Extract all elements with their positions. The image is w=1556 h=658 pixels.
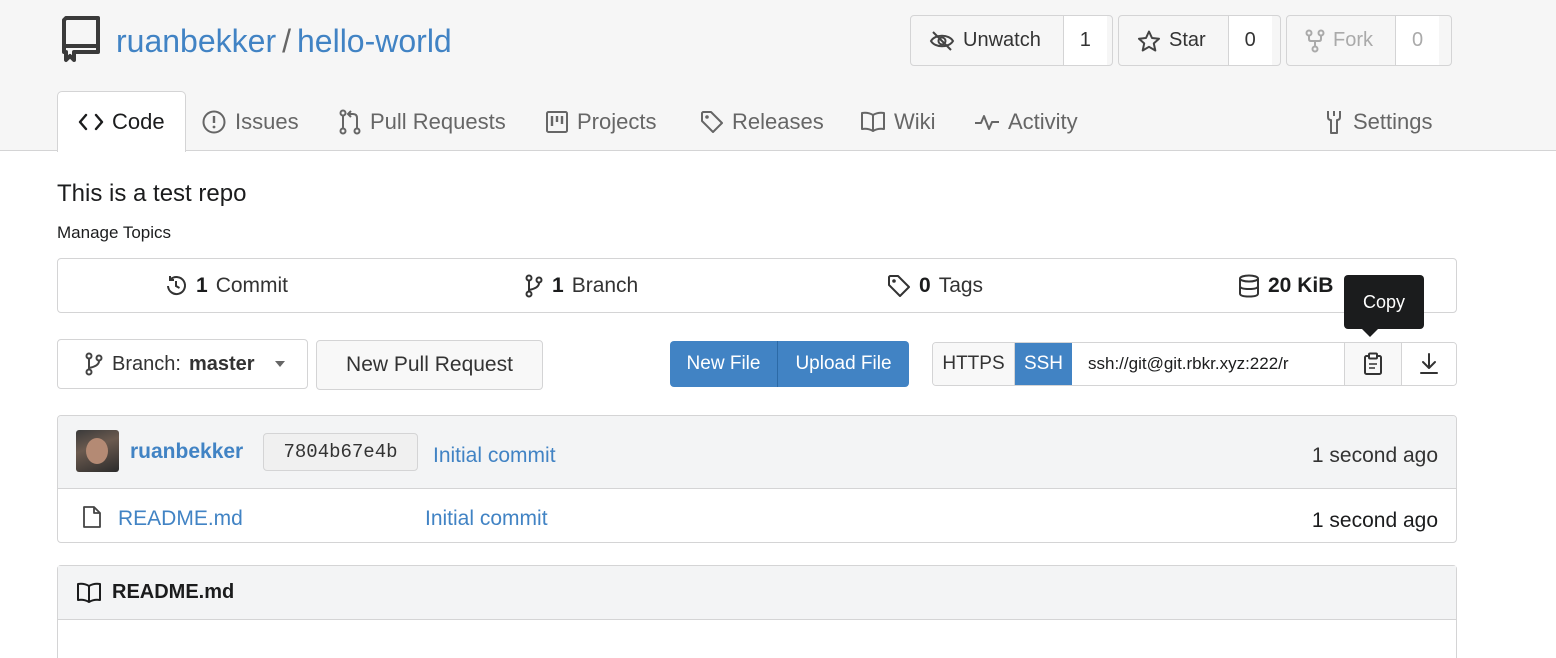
https-button[interactable]: HTTPS: [933, 343, 1015, 385]
clone-url-input[interactable]: ssh://git@git.rbkr.xyz:222/r: [1072, 343, 1344, 385]
tab-pull-requests[interactable]: Pull Requests: [338, 91, 506, 152]
branch-dropdown[interactable]: Branch: master: [57, 339, 308, 389]
repo-size: 20 KiB: [1268, 273, 1334, 297]
fork-icon: [1305, 29, 1325, 53]
branch-name: master: [188, 352, 255, 375]
project-icon: [545, 110, 569, 134]
tab-pull-requests-label: Pull Requests: [370, 108, 506, 134]
pull-request-icon: [338, 109, 362, 135]
watch-button-group: Unwatch 1: [910, 15, 1113, 66]
branches-stat[interactable]: 1 Branch: [524, 259, 638, 312]
unwatch-button[interactable]: Unwatch: [911, 16, 1063, 65]
forks-count[interactable]: 0: [1395, 16, 1439, 65]
tags-icon: [887, 274, 911, 298]
table-row: README.md Initial commit 1 second ago: [58, 490, 1456, 542]
copy-tooltip: Copy: [1344, 275, 1424, 337]
repo-stats-bar: 1 Commit 1 Branch 0 Tags 20 KiB: [57, 258, 1457, 313]
tab-wiki[interactable]: Wiki: [860, 91, 936, 152]
watchers-count[interactable]: 1: [1062, 16, 1107, 65]
unwatch-label: Unwatch: [963, 29, 1041, 51]
tab-wiki-label: Wiki: [894, 108, 936, 134]
commit-message-link[interactable]: Initial commit: [433, 444, 556, 468]
tag-icon: [700, 110, 724, 134]
repo-owner-link[interactable]: ruanbekker: [116, 23, 276, 59]
tags-stat[interactable]: 0 Tags: [887, 259, 983, 312]
download-button[interactable]: [1401, 343, 1456, 385]
copy-button[interactable]: [1344, 343, 1401, 385]
avatar[interactable]: [76, 430, 119, 472]
clipboard-icon: [1363, 352, 1383, 376]
repo-separator: /: [282, 23, 291, 59]
pulse-icon: [974, 112, 1000, 132]
manage-topics-link[interactable]: Manage Topics: [57, 223, 171, 243]
issue-icon: [201, 109, 227, 135]
database-icon: [1238, 274, 1260, 298]
file-list: ruanbekker 7804b67e4b Initial commit 1 s…: [57, 415, 1457, 543]
tab-releases[interactable]: Releases: [700, 91, 824, 152]
repo-title: ruanbekker / hello-world: [116, 21, 452, 61]
file-commit-message-link[interactable]: Initial commit: [425, 507, 548, 531]
new-pull-request-button[interactable]: New Pull Request: [316, 340, 543, 390]
branches-label: Branch: [571, 273, 639, 297]
code-icon: [78, 112, 104, 132]
size-stat: 20 KiB: [1238, 259, 1333, 312]
repo-name-link[interactable]: hello-world: [297, 23, 452, 59]
latest-commit-row: ruanbekker 7804b67e4b Initial commit 1 s…: [58, 416, 1456, 489]
commits-stat[interactable]: 1 Commit: [164, 259, 288, 312]
branch-prefix: Branch:: [112, 352, 181, 375]
commit-author-link[interactable]: ruanbekker: [130, 440, 243, 464]
fork-button-group: Fork 0: [1286, 15, 1452, 66]
stars-count[interactable]: 0: [1227, 16, 1272, 65]
tab-settings-label: Settings: [1353, 108, 1433, 134]
upload-file-button[interactable]: Upload File: [778, 341, 909, 387]
branch-icon: [524, 274, 544, 298]
eye-slash-icon: [929, 30, 955, 52]
readme-title: README.md: [112, 581, 235, 603]
tab-settings[interactable]: Settings: [1323, 91, 1433, 152]
repo-icon: [60, 14, 102, 64]
branches-count: 1: [552, 273, 564, 297]
file-name-link[interactable]: README.md: [118, 507, 243, 531]
branch-icon: [84, 352, 104, 376]
book-icon: [860, 111, 886, 133]
star-icon: [1137, 30, 1161, 52]
repo-tabs: Code Issues Pull Requests Projects Relea…: [57, 91, 1457, 152]
tab-projects[interactable]: Projects: [545, 91, 656, 152]
tab-activity-label: Activity: [1008, 108, 1078, 134]
file-icon: [82, 505, 102, 529]
commit-time: 1 second ago: [1311, 444, 1438, 467]
history-icon: [164, 274, 188, 298]
file-commit-time: 1 second ago: [1311, 509, 1438, 532]
tab-issues-label: Issues: [235, 108, 299, 134]
file-actions: New File Upload File: [670, 341, 909, 387]
fork-button[interactable]: Fork: [1287, 16, 1395, 65]
repo-description: This is a test repo: [57, 180, 247, 207]
star-button-group: Star 0: [1118, 15, 1281, 66]
download-icon: [1418, 352, 1440, 376]
commit-sha-button[interactable]: 7804b67e4b: [263, 433, 418, 471]
star-button[interactable]: Star: [1119, 16, 1228, 65]
repo-header: ruanbekker / hello-world Unwatch 1 Star 0 …: [0, 0, 1556, 152]
tab-projects-label: Projects: [577, 108, 657, 134]
clone-panel: HTTPS SSH ssh://git@git.rbkr.xyz:222/r: [932, 342, 1457, 386]
fork-label: Fork: [1333, 29, 1373, 51]
tags-count: 0: [919, 273, 931, 297]
tab-activity[interactable]: Activity: [974, 91, 1078, 152]
tab-code[interactable]: Code: [57, 91, 186, 152]
ssh-button[interactable]: SSH: [1015, 343, 1072, 385]
book-icon: [76, 582, 102, 604]
readme-header: README.md: [58, 566, 1456, 620]
tools-icon: [1323, 109, 1345, 135]
tab-code-label: Code: [112, 109, 165, 134]
tab-issues[interactable]: Issues: [201, 91, 299, 152]
commits-count: 1: [196, 273, 208, 297]
caret-down-icon: [274, 361, 285, 367]
new-file-button[interactable]: New File: [670, 341, 778, 387]
tags-label: Tags: [938, 273, 984, 297]
tab-releases-label: Releases: [732, 108, 824, 134]
readme-panel: README.md: [57, 565, 1457, 658]
commits-label: Commit: [215, 273, 289, 297]
star-label: Star: [1169, 29, 1206, 51]
